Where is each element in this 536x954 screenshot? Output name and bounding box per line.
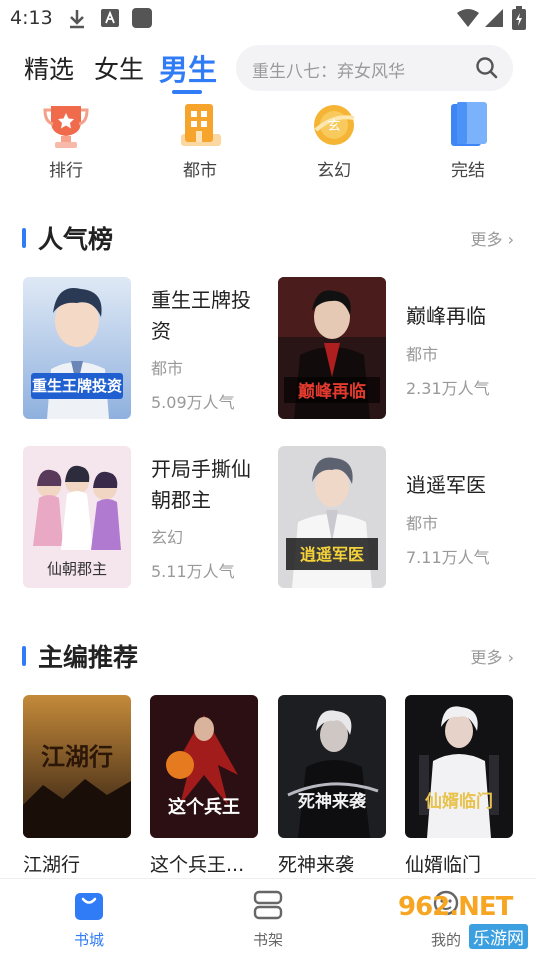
cover-title: 巅峰再临: [298, 381, 366, 402]
tab-female[interactable]: 女生: [94, 50, 144, 86]
nav-label: 书城: [73, 931, 104, 949]
editor-book-card[interactable]: 这个兵王 这个兵王...: [150, 695, 258, 877]
search-placeholder: 重生八七：弃女风华: [252, 62, 405, 82]
book-card[interactable]: 逍遥军医 逍遥军医 都市 7.11万人气: [278, 446, 518, 588]
book-title[interactable]: 仙婿临门: [405, 850, 513, 877]
book-card[interactable]: 重生王牌投资 重生王牌投资 都市 5.09万人气: [23, 277, 263, 419]
cover-title: 这个兵王: [168, 796, 240, 818]
signal-icon: [484, 7, 504, 33]
finished-book-icon: [423, 100, 513, 150]
section-accent-bar: [22, 228, 26, 248]
bookstore-icon: [49, 887, 129, 923]
book-title[interactable]: 巅峰再临: [406, 301, 514, 332]
nav-bookshelf[interactable]: 书架: [228, 887, 308, 950]
building-icon: [155, 100, 245, 150]
book-title[interactable]: 死神来袭: [278, 850, 386, 877]
cover-title: 死神来袭: [298, 791, 367, 812]
section-accent-bar: [22, 646, 26, 666]
book-title[interactable]: 这个兵王...: [150, 850, 258, 877]
book-popularity: 5.09万人气: [151, 393, 235, 412]
category-row: 排行 都市 玄 玄幻 完结: [0, 100, 536, 184]
category-label: 都市: [183, 161, 217, 181]
tab-featured[interactable]: 精选: [24, 50, 74, 86]
category-label: 完结: [451, 161, 485, 181]
book-title[interactable]: 开局手撕仙朝郡主: [151, 454, 259, 516]
category-label: 排行: [49, 161, 83, 181]
search-bar[interactable]: 重生八七：弃女风华: [236, 45, 513, 91]
wifi-icon: [456, 7, 480, 33]
book-card[interactable]: 巅峰再临 巅峰再临 都市 2.31万人气: [278, 277, 518, 419]
book-title[interactable]: 江湖行: [23, 850, 131, 877]
book-cover[interactable]: 这个兵王: [150, 695, 258, 838]
section-title: 主编推荐: [38, 643, 139, 672]
editor-picks-section-header: 主编推荐 更多 ›: [0, 638, 536, 672]
book-card[interactable]: 仙朝郡主 开局手撕仙朝郡主 玄幻 5.11万人气: [23, 446, 263, 588]
section-title: 人气榜: [38, 225, 114, 254]
svg-text:玄: 玄: [327, 119, 340, 134]
popular-section-header: 人气榜 更多 ›: [0, 220, 536, 254]
app-square-icon: [132, 8, 152, 28]
cover-title: 重生王牌投资: [32, 377, 122, 395]
book-cover[interactable]: 仙朝郡主: [23, 446, 131, 588]
editor-book-card[interactable]: 死神来袭 死神来袭: [278, 695, 386, 877]
top-navigation: 精选 女生 男生 重生八七：弃女风华: [0, 42, 536, 98]
book-title[interactable]: 重生王牌投资: [151, 285, 259, 347]
chevron-right-icon: ›: [507, 648, 514, 667]
book-popularity: 2.31万人气: [406, 379, 490, 398]
watermark-subtext: 乐游网: [469, 924, 528, 949]
status-time: 4:13: [10, 7, 53, 29]
editor-book-card[interactable]: 仙婿临门 仙婿临门: [405, 695, 513, 877]
book-cover[interactable]: 重生王牌投资: [23, 277, 131, 419]
cover-title: 仙朝郡主: [47, 560, 107, 578]
more-label: 更多: [470, 230, 503, 249]
category-ranking[interactable]: 排行: [21, 100, 111, 184]
category-label: 玄幻: [317, 161, 351, 181]
category-urban[interactable]: 都市: [155, 100, 245, 184]
fantasy-orb-icon: 玄: [289, 100, 379, 150]
search-icon[interactable]: [475, 56, 499, 84]
battery-icon: [512, 6, 526, 34]
more-label: 更多: [470, 648, 503, 667]
active-tab-indicator: [172, 90, 202, 94]
nav-bookstore[interactable]: 书城: [49, 887, 129, 950]
more-link[interactable]: 更多 ›: [470, 226, 514, 250]
book-genre: 都市: [406, 514, 439, 533]
watermark-text: 962.NET: [398, 892, 513, 922]
tab-male[interactable]: 男生: [159, 47, 217, 89]
book-title[interactable]: 逍遥军医: [406, 470, 514, 501]
book-genre: 都市: [406, 345, 439, 364]
cover-title: 仙婿临门: [425, 791, 493, 812]
chevron-right-icon: ›: [507, 230, 514, 249]
category-finished[interactable]: 完结: [423, 100, 513, 184]
editor-book-card[interactable]: 江湖行 江湖行: [23, 695, 131, 877]
watermark-logo: 962.NET 乐游网: [398, 888, 532, 950]
book-genre: 玄幻: [151, 528, 184, 547]
download-icon: [66, 8, 88, 34]
font-icon: [100, 8, 120, 32]
book-cover[interactable]: 江湖行: [23, 695, 131, 838]
book-genre: 都市: [151, 359, 184, 378]
status-bar: 4:13: [0, 0, 536, 38]
cover-title: 江湖行: [41, 742, 113, 771]
trophy-icon: [21, 100, 111, 150]
more-link[interactable]: 更多 ›: [470, 644, 514, 668]
book-popularity: 5.11万人气: [151, 562, 235, 581]
nav-label: 书架: [252, 931, 283, 949]
book-popularity: 7.11万人气: [406, 548, 490, 567]
cover-title: 逍遥军医: [300, 545, 364, 564]
category-fantasy[interactable]: 玄 玄幻: [289, 100, 379, 184]
book-cover[interactable]: 逍遥军医: [278, 446, 386, 588]
book-cover[interactable]: 巅峰再临: [278, 277, 386, 419]
book-cover[interactable]: 死神来袭: [278, 695, 386, 838]
book-cover[interactable]: 仙婿临门: [405, 695, 513, 838]
bookshelf-icon: [228, 887, 308, 923]
